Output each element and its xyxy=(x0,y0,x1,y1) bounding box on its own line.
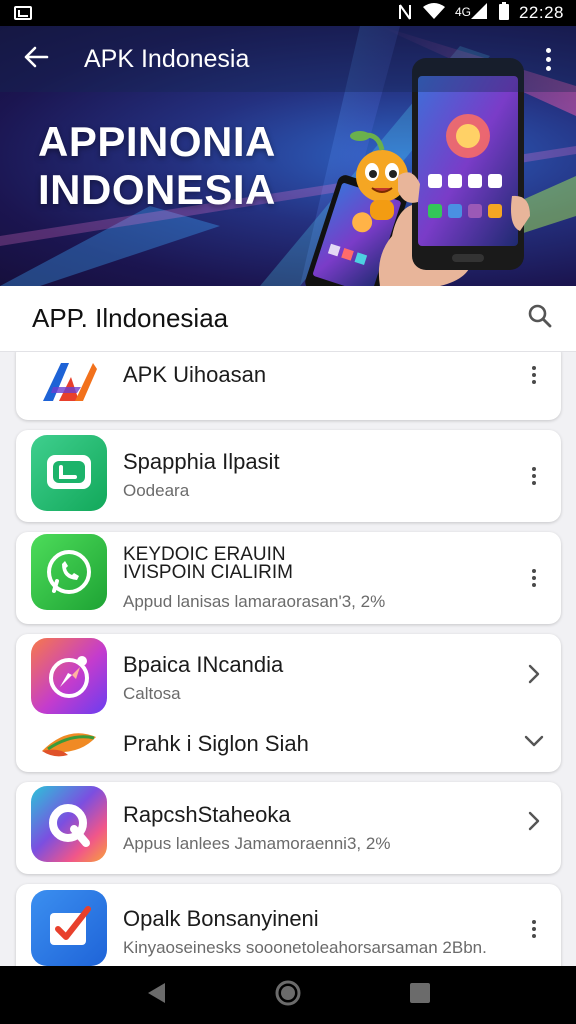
feather-icon xyxy=(31,726,107,762)
nav-back-icon xyxy=(145,981,167,1010)
q-app-icon xyxy=(31,786,107,862)
more-vert-icon xyxy=(532,569,536,587)
nfc-icon xyxy=(397,3,413,24)
app-menu-button[interactable] xyxy=(521,360,547,390)
app-card[interactable]: RapcshStaheoka Appus lanlees Jamamoraenn… xyxy=(16,782,561,874)
app-collapse-button[interactable] xyxy=(521,728,547,758)
app-card[interactable]: APK Uihoasan xyxy=(16,352,561,420)
more-vert-icon xyxy=(532,366,536,384)
app-name: Opalk Bonsanyineni xyxy=(123,906,319,931)
search-icon xyxy=(527,303,553,334)
section-header: APP. Ilndonesiaa xyxy=(0,286,576,352)
arrow-left-icon xyxy=(23,42,49,76)
status-time: 22:28 xyxy=(518,3,564,22)
overflow-menu-button[interactable] xyxy=(520,26,576,92)
app-expand-button[interactable] xyxy=(521,808,547,838)
app-name: Bpaica INcandia xyxy=(123,652,284,677)
nav-home-icon xyxy=(274,979,302,1012)
app-bar-title: APK Indonesia xyxy=(84,44,250,73)
nav-back-button[interactable] xyxy=(136,975,176,1015)
status-bar: 4G 22:28 xyxy=(0,0,576,26)
section-title: APP. Ilndonesiaa xyxy=(32,303,229,333)
app-list: APK Uihoasan Spapphia Ilpasit Oodeara KE… xyxy=(0,352,576,966)
nav-recents-icon xyxy=(409,982,431,1009)
app-subtitle: Kinyaoseinesks sooonetoleahorsarsaman 2B… xyxy=(123,938,487,957)
app-card[interactable]: Bpaica INcandia Caltosa Prahk i Siglon S… xyxy=(16,634,561,772)
wifi-icon xyxy=(422,2,445,24)
app-subtitle: Appud lanisas lamaraorasan'3, 2% xyxy=(123,592,386,611)
app-name: Spapphia Ilpasit xyxy=(123,449,280,474)
app-card[interactable]: Opalk Bonsanyineni Kinyaoseinesks sooone… xyxy=(16,884,561,966)
app-name: RapcshStaheoka xyxy=(123,802,291,827)
chevron-right-icon xyxy=(527,811,541,836)
hero-title-line2: INDONESIA xyxy=(38,166,276,213)
checkbox-app-icon xyxy=(31,890,107,966)
app-sub-item-name: Prahk i Siglon Siah xyxy=(123,731,309,756)
chevron-right-icon xyxy=(527,664,541,689)
hero-title-line1: APPINONIA xyxy=(38,118,276,165)
chevron-down-icon xyxy=(524,734,544,753)
photo-icon xyxy=(14,6,32,20)
app-subtitle: Oodeara xyxy=(123,481,190,500)
app-menu-button[interactable] xyxy=(521,563,547,593)
navigation-bar xyxy=(0,966,576,1024)
battery-icon xyxy=(498,1,509,25)
message-app-icon xyxy=(31,435,107,511)
app-bar: APK Indonesia xyxy=(0,26,576,92)
hero-title: APPINONIA INDONESIA xyxy=(38,118,276,214)
app-subtitle: Caltosa xyxy=(123,684,181,703)
app-menu-button[interactable] xyxy=(521,914,547,944)
app-subtitle: Appus lanlees Jamamoraenni3, 2% xyxy=(123,834,391,853)
nav-home-button[interactable] xyxy=(268,975,308,1015)
whatsapp-icon xyxy=(31,534,107,610)
apk-logo-icon xyxy=(31,352,107,410)
more-vert-icon xyxy=(532,467,536,485)
nav-recents-button[interactable] xyxy=(400,975,440,1015)
signal-icon: 4G xyxy=(455,2,489,24)
hero-banner: APK Indonesia APPINONIA INDONESIA xyxy=(0,26,576,286)
more-vert-icon xyxy=(532,920,536,938)
app-name: APK Uihoasan xyxy=(123,362,267,387)
compass-app-icon xyxy=(31,638,107,714)
app-expand-button[interactable] xyxy=(521,661,547,691)
more-vert-icon xyxy=(545,47,551,71)
app-card[interactable]: Spapphia Ilpasit Oodeara xyxy=(16,430,561,522)
back-button[interactable] xyxy=(0,26,72,92)
app-card[interactable]: KEYDOIC ERAUIN IVISPOIN CIALIRIM Appud l… xyxy=(16,532,561,624)
search-button[interactable] xyxy=(520,299,560,339)
svg-text:4G: 4G xyxy=(455,5,471,19)
app-menu-button[interactable] xyxy=(521,461,547,491)
app-name: IVISPOIN CIALIRIM xyxy=(123,562,293,583)
